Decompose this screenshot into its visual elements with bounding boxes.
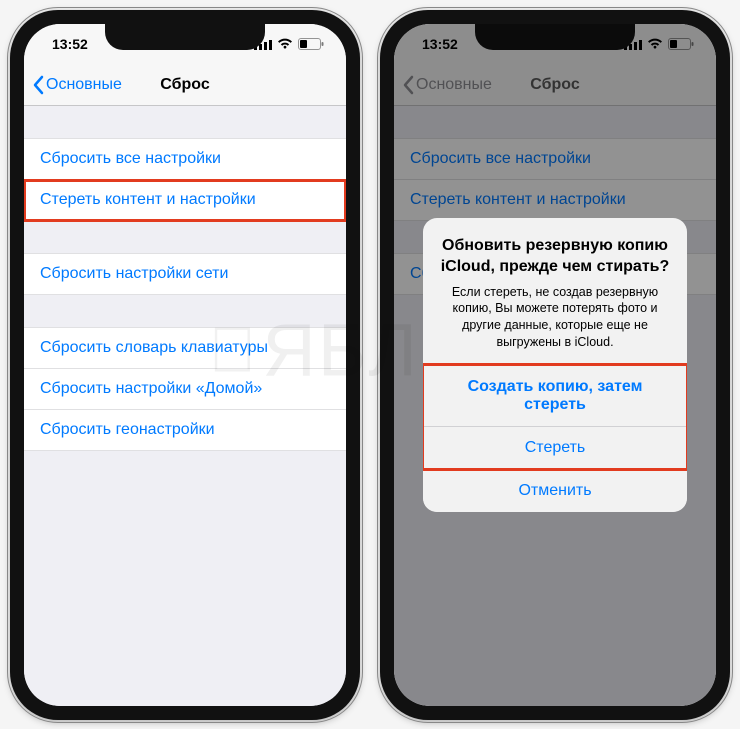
status-icons: [254, 38, 324, 50]
nav-title: Сброс: [160, 76, 209, 94]
status-time: 13:52: [52, 36, 88, 52]
notch: [105, 24, 265, 50]
group-2: Сбросить настройки сети: [24, 253, 346, 295]
alert-cancel-button[interactable]: Отменить: [423, 469, 687, 512]
alert-message: Если стереть, не создав резервную копию,…: [439, 284, 671, 352]
screen-left: 13:52 Основные Сброс Сбросить все настро…: [24, 24, 346, 706]
row-reset-all-settings[interactable]: Сбросить все настройки: [24, 138, 346, 180]
nav-bar: Основные Сброс: [24, 64, 346, 106]
alert-backup-then-erase-button[interactable]: Создать копию, затем стереть: [423, 365, 687, 426]
wifi-icon: [277, 38, 293, 50]
group-3: Сбросить словарь клавиатуры Сбросить нас…: [24, 327, 346, 451]
back-button[interactable]: Основные: [32, 75, 122, 95]
chevron-left-icon: [32, 75, 44, 95]
row-reset-keyboard[interactable]: Сбросить словарь клавиатуры: [24, 327, 346, 369]
row-reset-network[interactable]: Сбросить настройки сети: [24, 253, 346, 295]
back-label: Основные: [46, 76, 122, 94]
row-reset-home[interactable]: Сбросить настройки «Домой»: [24, 369, 346, 410]
group-1: Сбросить все настройки Стереть контент и…: [24, 138, 346, 221]
screen-right: 13:52 Основные Сброс Сбросить все настро…: [394, 24, 716, 706]
alert-dialog: Обновить резервную копию iCloud, прежде …: [423, 218, 687, 512]
row-erase-all-content[interactable]: Стереть контент и настройки: [24, 180, 346, 221]
alert-erase-button[interactable]: Стереть: [423, 426, 687, 469]
modal-overlay: Обновить резервную копию iCloud, прежде …: [394, 24, 716, 706]
phone-left: 13:52 Основные Сброс Сбросить все настро…: [10, 10, 360, 720]
alert-title: Обновить резервную копию iCloud, прежде …: [439, 236, 671, 278]
alert-highlight-group: Создать копию, затем стереть Стереть: [423, 365, 687, 469]
phone-right: 13:52 Основные Сброс Сбросить все настро…: [380, 10, 730, 720]
settings-content: Сбросить все настройки Стереть контент и…: [24, 106, 346, 706]
battery-icon: [298, 38, 324, 50]
alert-header: Обновить резервную копию iCloud, прежде …: [423, 218, 687, 365]
row-reset-location[interactable]: Сбросить геонастройки: [24, 410, 346, 451]
